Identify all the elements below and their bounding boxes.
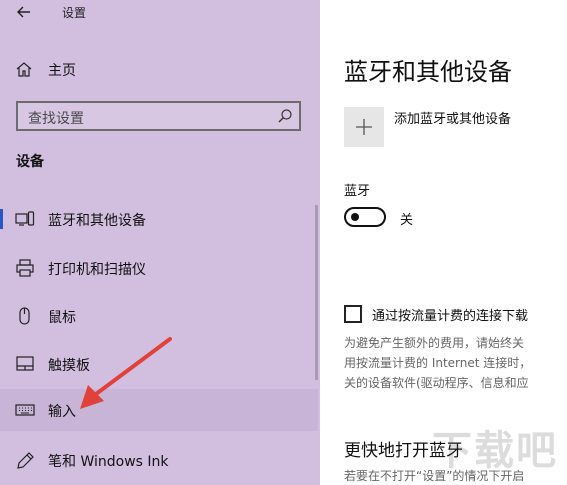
pen-icon: [17, 452, 34, 469]
settings-search-input[interactable]: 查找设置: [16, 101, 301, 131]
window-title: 设置: [62, 6, 87, 20]
metered-description-line: 用按流量计费的 Internet 连接时，: [344, 356, 532, 370]
plus-icon: [356, 119, 372, 135]
back-arrow-icon[interactable]: [14, 2, 34, 22]
page-title: 蓝牙和其他设备: [344, 58, 512, 86]
search-icon[interactable]: [277, 108, 293, 124]
title-bar: 设置: [0, 0, 320, 30]
home-icon: [16, 62, 32, 77]
sidebar-item-label: 鼠标: [48, 310, 76, 326]
metered-download-checkbox[interactable]: [344, 305, 362, 323]
sidebar-item-mouse[interactable]: 鼠标: [0, 295, 318, 337]
metered-download-label[interactable]: 通过按流量计费的连接下载: [372, 305, 528, 324]
sidebar-item-printers[interactable]: 打印机和扫描仪: [0, 247, 318, 289]
touchpad-icon: [16, 356, 34, 371]
search-placeholder: 查找设置: [28, 111, 84, 127]
watermark-logo: 下载吧: [432, 428, 558, 474]
sidebar-item-label: 蓝牙和其他设备: [48, 213, 146, 229]
main-content: 蓝牙和其他设备 添加蓝牙或其他设备 蓝牙 关 通过按流量计费的连接下载 为避免产…: [320, 0, 567, 485]
mouse-icon: [19, 307, 30, 325]
printer-icon: [16, 259, 34, 277]
home-nav-item[interactable]: 主页: [0, 52, 320, 86]
sidebar-scrollbar[interactable]: [315, 205, 318, 380]
sidebar-item-label: 笔和 Windows Ink: [48, 454, 169, 470]
add-device-button[interactable]: [344, 107, 384, 147]
home-label: 主页: [48, 63, 76, 79]
sidebar-item-pen[interactable]: 笔和 Windows Ink: [0, 439, 318, 481]
settings-sidebar: 设置 主页 查找设置 设备 蓝牙和其他设备 打印机和扫描仪 鼠标 触摸板 输入 …: [0, 0, 320, 485]
bluetooth-label: 蓝牙: [344, 184, 371, 199]
bluetooth-state-text: 关: [400, 213, 414, 228]
bluetooth-devices-icon: [15, 211, 35, 226]
sidebar-item-label: 打印机和扫描仪: [48, 262, 146, 278]
toggle-knob: [351, 213, 359, 221]
annotation-arrow: [80, 337, 172, 409]
metered-description-line: 关的设备软件(驱动程序、信息和应: [344, 376, 529, 390]
metered-description-line: 为避免产生额外的费用，请始终关: [344, 336, 525, 350]
section-title: 设备: [16, 154, 44, 170]
bluetooth-toggle[interactable]: [344, 207, 386, 227]
sidebar-item-bluetooth[interactable]: 蓝牙和其他设备: [0, 198, 318, 240]
add-device-label[interactable]: 添加蓝牙或其他设备: [394, 108, 511, 127]
keyboard-icon: [15, 404, 35, 416]
